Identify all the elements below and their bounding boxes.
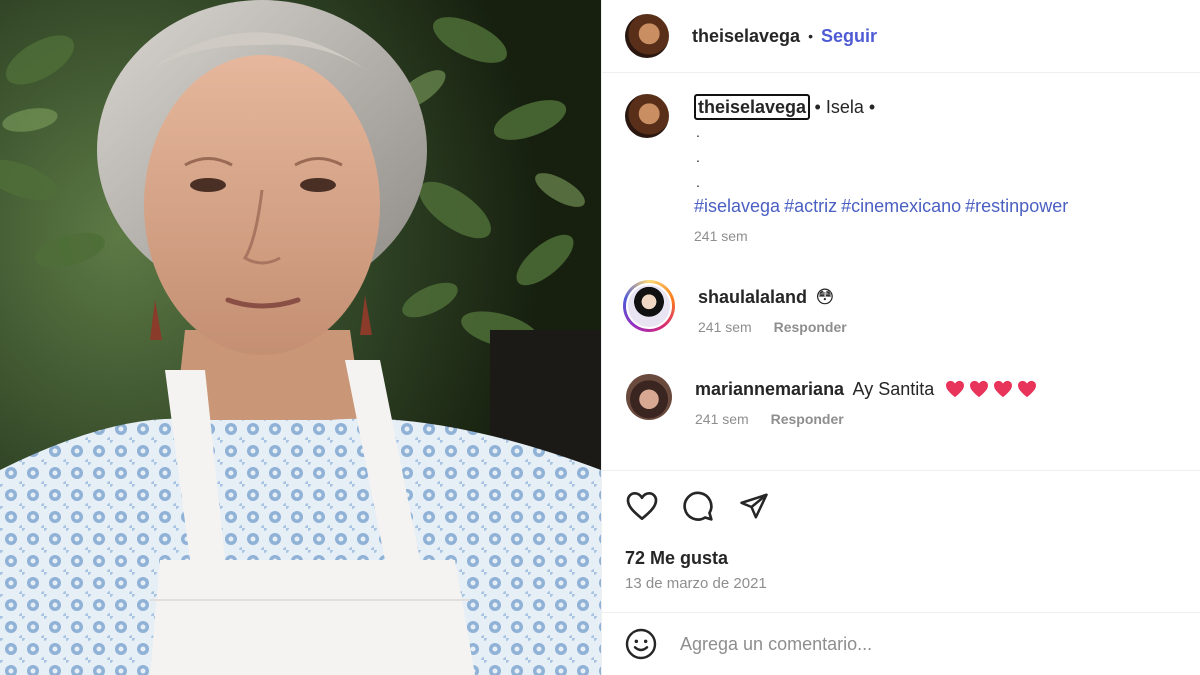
- comment-meta: 241 sem Responder: [698, 319, 847, 335]
- reply-button[interactable]: Responder: [771, 411, 844, 427]
- action-bar: 72 Me gusta 13 de marzo de 2021: [602, 470, 1200, 612]
- comment-text: 😳: [815, 287, 835, 307]
- post-panel: theiselavega • Seguir theiselavega • Ise…: [601, 0, 1200, 675]
- post-image: [0, 0, 601, 675]
- heart-emoji-icon: [1017, 380, 1036, 398]
- emoji-icon[interactable]: [625, 628, 657, 660]
- post-header: theiselavega • Seguir: [602, 0, 1200, 73]
- comment-icon: [683, 491, 713, 521]
- comment-text: Ay Santita: [852, 379, 935, 399]
- caption-meta: 241 sem: [694, 228, 1164, 244]
- comment-avatar[interactable]: [626, 374, 672, 420]
- post-date: 13 de marzo de 2021: [625, 575, 767, 592]
- caption-dot: .: [696, 174, 700, 190]
- add-comment-bar: [602, 612, 1200, 675]
- comment-avatar[interactable]: [623, 280, 675, 332]
- caption-dot: .: [696, 149, 700, 165]
- comment-input[interactable]: [680, 633, 1160, 655]
- heart-icon: [626, 492, 658, 520]
- comment-username[interactable]: shaulalaland: [698, 287, 807, 307]
- caption-text: • Isela •: [814, 97, 876, 117]
- likes-count[interactable]: 72 Me gusta: [625, 548, 728, 569]
- caption-body: theiselavega • Isela • . . . #iselavega #…: [694, 94, 1164, 244]
- reply-button[interactable]: Responder: [774, 319, 847, 335]
- hashtag-link[interactable]: #actriz: [784, 196, 837, 216]
- hashtag-link[interactable]: #restinpower: [965, 196, 1068, 216]
- heart-emoji-icon: [969, 380, 988, 398]
- comment-body: shaulalaland 😳 241 sem Responder: [698, 280, 847, 335]
- hashtag-link[interactable]: #cinemexicano: [841, 196, 961, 216]
- share-icon: [740, 493, 768, 519]
- hashtags: #iselavega #actriz #cinemexicano #restinpow…: [694, 195, 1164, 217]
- caption-username[interactable]: theiselavega: [694, 94, 811, 120]
- comment-item: shaulalaland 😳 241 sem Responder: [623, 280, 847, 335]
- caption-avatar[interactable]: [625, 94, 669, 138]
- comment-time[interactable]: 241 sem: [698, 319, 752, 335]
- comment-username[interactable]: mariannemariana: [695, 379, 844, 399]
- comment-time[interactable]: 241 sem: [695, 411, 749, 427]
- post-photo[interactable]: [0, 0, 601, 675]
- share-button[interactable]: [737, 489, 771, 523]
- comments-section[interactable]: theiselavega • Isela • . . . #iselavega #…: [602, 74, 1200, 469]
- caption: theiselavega • Isela • . . . #iselavega #…: [625, 94, 1164, 244]
- hashtag-link[interactable]: #iselavega: [694, 196, 780, 216]
- action-icons: [625, 489, 771, 523]
- comment-item: mariannemariana Ay Santita 241 sem Respo…: [623, 374, 1041, 427]
- avatar[interactable]: [625, 14, 669, 58]
- caption-dot: .: [696, 124, 700, 140]
- like-button[interactable]: [625, 489, 659, 523]
- follow-button[interactable]: Seguir: [821, 26, 877, 47]
- header-username[interactable]: theiselavega: [692, 26, 800, 47]
- heart-emojis: [945, 380, 1041, 399]
- caption-time[interactable]: 241 sem: [694, 228, 748, 244]
- separator-dot: •: [808, 28, 813, 44]
- heart-emoji-icon: [993, 380, 1012, 398]
- comment-button[interactable]: [681, 489, 715, 523]
- comment-body: mariannemariana Ay Santita 241 sem Respo…: [695, 374, 1041, 427]
- heart-emoji-icon: [945, 380, 964, 398]
- comment-meta: 241 sem Responder: [695, 411, 1041, 427]
